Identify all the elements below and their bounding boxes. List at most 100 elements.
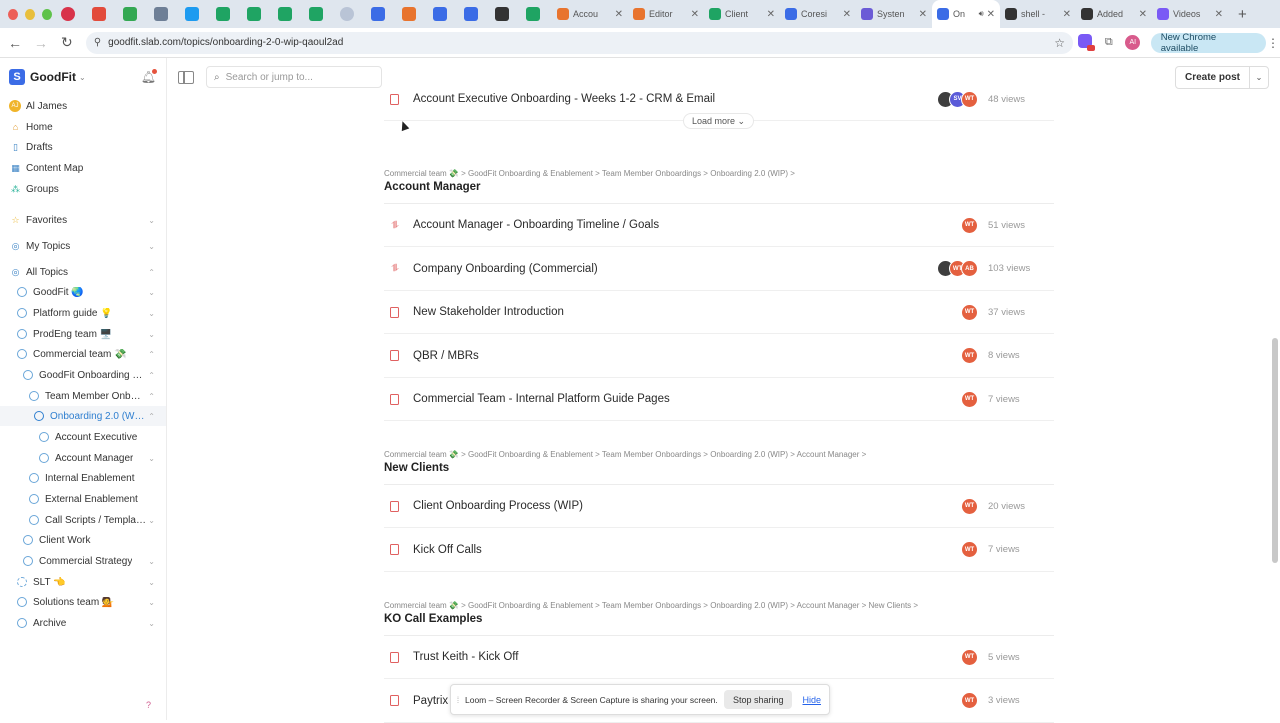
scrollbar-thumb[interactable] — [1272, 338, 1278, 563]
bell-icon[interactable]: 🔔︎ — [141, 69, 158, 84]
close-tab-icon[interactable]: ✕ — [987, 9, 995, 20]
sidebar-topic-item[interactable]: Client Work — [0, 530, 166, 550]
pinned-tab[interactable] — [52, 0, 83, 28]
site-info-icon[interactable]: ⚲ — [94, 37, 101, 48]
browser-tab[interactable]: Added ✕ — [1076, 0, 1152, 28]
sidebar-item-all-topics[interactable]: ◎ All Topics ⌃ — [0, 262, 166, 282]
pinned-tab[interactable] — [238, 0, 269, 28]
bookmark-star-icon[interactable]: ☆ — [1054, 36, 1065, 50]
profile-avatar[interactable]: AI — [1121, 35, 1145, 50]
new-tab-icon[interactable]: + — [1238, 6, 1247, 23]
maximize-window-button[interactable] — [42, 8, 52, 20]
chevron-down-icon[interactable]: ⌄ — [148, 242, 155, 251]
workspace-switcher[interactable]: S GoodFit ⌄ 🔔︎ — [0, 58, 167, 96]
browser-tab[interactable]: Systen ✕ — [856, 0, 932, 28]
extensions-puzzle-icon[interactable]: ⧉ — [1097, 36, 1121, 49]
browser-tab[interactable]: Coresi ✕ — [780, 0, 856, 28]
browser-tab[interactable]: shell - ✕ — [1000, 0, 1076, 28]
sidebar-topic-item[interactable]: GoodFit Onboarding & ... ⌃ — [0, 365, 166, 385]
sidebar-topic-item[interactable]: ProdEng team 🖥️ ⌄ — [0, 324, 166, 344]
minimize-window-button[interactable] — [25, 8, 35, 20]
pinned-tab[interactable] — [269, 0, 300, 28]
pinned-tab[interactable] — [300, 0, 331, 28]
post-row[interactable]: Kick Off Calls WT 7 views — [384, 529, 1054, 572]
post-row[interactable]: New Stakeholder Introduction WT 37 views — [384, 291, 1054, 334]
pinned-tab[interactable] — [455, 0, 486, 28]
browser-tab[interactable]: Videos ✕ — [1152, 0, 1228, 28]
help-icon[interactable]: ? — [146, 700, 151, 710]
close-tab-icon[interactable]: ✕ — [615, 9, 623, 20]
sidebar-topic-item[interactable]: GoodFit 🌏 ⌄ — [0, 282, 166, 302]
pinned-tab[interactable] — [83, 0, 114, 28]
hide-link[interactable]: Hide — [802, 695, 821, 705]
load-more-button[interactable]: Load more ⌄ — [683, 113, 755, 129]
section-title[interactable]: Account Manager — [384, 181, 481, 193]
audio-playing-icon[interactable]: 🔊︎ — [979, 9, 984, 19]
sidebar-item-content-map[interactable]: ▦ Content Map — [0, 158, 166, 178]
post-row[interactable]: Client Onboarding Process (WIP) WT 20 view… — [384, 485, 1054, 528]
post-row[interactable]: ⥮ Company Onboarding (Commercial) AB WT 103 … — [384, 248, 1054, 291]
pinned-tab[interactable] — [362, 0, 393, 28]
chevron-up-icon[interactable]: ⌃ — [148, 371, 155, 380]
chevron-down-icon[interactable]: ⌄ — [1250, 73, 1268, 82]
chevron-up-icon[interactable]: ⌃ — [148, 412, 155, 421]
stop-sharing-button[interactable]: Stop sharing — [723, 690, 793, 709]
browser-tab[interactable]: Accou ✕ — [552, 0, 628, 28]
create-post-button[interactable]: Create post ⌄ — [1174, 66, 1269, 89]
browser-menu-icon[interactable]: ⋮ — [1266, 36, 1280, 50]
extension-icon[interactable] — [1073, 34, 1097, 51]
chevron-down-icon[interactable]: ⌄ — [148, 598, 155, 607]
chevron-down-icon[interactable]: ⌄ — [148, 557, 155, 566]
close-tab-icon[interactable]: ✕ — [1063, 9, 1071, 20]
pinned-tab[interactable] — [486, 0, 517, 28]
pinned-tab[interactable] — [393, 0, 424, 28]
sidebar-item-groups[interactable]: ⁂ Groups — [0, 179, 166, 199]
pinned-tab[interactable] — [424, 0, 455, 28]
sidebar-topic-item[interactable]: Commercial team 💸 ⌃ — [0, 344, 166, 364]
close-tab-icon[interactable]: ✕ — [843, 9, 851, 20]
sidebar-topic-item[interactable]: Commercial Strategy ⌄ — [0, 551, 166, 571]
sidebar-topic-item[interactable]: Call Scripts / Templat... ⌄ — [0, 510, 166, 530]
close-tab-icon[interactable]: ✕ — [691, 9, 699, 20]
sidebar-item-home[interactable]: ⌂ Home — [0, 117, 166, 137]
pinned-tab[interactable] — [331, 0, 362, 28]
sidebar-topic-item[interactable]: SLT 👈 ⌄ — [0, 572, 166, 592]
scrollbar[interactable] — [1270, 96, 1280, 720]
chevron-down-icon[interactable]: ⌄ — [148, 309, 155, 318]
close-tab-icon[interactable]: ✕ — [767, 9, 775, 20]
sidebar-topic-item[interactable]: Onboarding 2.0 (WIP) ⌃ — [0, 406, 166, 426]
close-tab-icon[interactable]: ✕ — [1139, 9, 1147, 20]
sidebar-topic-item[interactable]: Platform guide 💡 ⌄ — [0, 303, 166, 323]
drag-handle-icon[interactable]: ⁞ — [451, 695, 465, 705]
sidebar-topic-item[interactable]: Internal Enablement — [0, 468, 166, 488]
sidebar-toggle-icon[interactable] — [178, 70, 194, 84]
breadcrumb[interactable]: Commercial team 💸 > GoodFit Onboarding &… — [384, 450, 866, 459]
post-row[interactable]: QBR / MBRs WT 8 views — [384, 335, 1054, 378]
chevron-down-icon[interactable]: ⌄ — [148, 516, 155, 525]
address-bar[interactable]: ⚲ goodfit.slab.com/topics/onboarding-2-0… — [85, 31, 1073, 54]
chevron-down-icon[interactable]: ⌄ — [148, 216, 155, 225]
section-title[interactable]: KO Call Examples — [384, 613, 482, 625]
chevron-down-icon[interactable]: ⌄ — [148, 619, 155, 628]
breadcrumb[interactable]: Commercial team 💸 > GoodFit Onboarding &… — [384, 601, 918, 610]
post-row[interactable]: ⥮ Account Manager - Onboarding Timeline /… — [384, 204, 1054, 247]
sidebar-item-favorites[interactable]: ☆ Favorites ⌄ — [0, 210, 166, 230]
post-row[interactable]: Trust Keith - Kick Off WT 5 views — [384, 636, 1054, 679]
chevron-down-icon[interactable]: ⌄ — [148, 578, 155, 587]
chevron-down-icon[interactable]: ⌄ — [148, 454, 155, 463]
sidebar-topic-item[interactable]: Archive ⌄ — [0, 613, 166, 633]
browser-tab[interactable]: On 🔊︎ ✕ — [932, 0, 1000, 28]
sidebar-topic-item[interactable]: Solutions team 💁 ⌄ — [0, 592, 166, 612]
pinned-tab[interactable] — [517, 0, 548, 28]
search-input[interactable]: ⌕ Search or jump to... — [206, 66, 382, 88]
sidebar-topic-item[interactable]: External Enablement — [0, 489, 166, 509]
chevron-down-icon[interactable]: ⌄ — [148, 330, 155, 339]
pinned-tab[interactable] — [114, 0, 145, 28]
sidebar-topic-item[interactable]: Team Member Onboa... ⌃ — [0, 386, 166, 406]
section-title[interactable]: New Clients — [384, 462, 449, 474]
chevron-up-icon[interactable]: ⌃ — [148, 350, 155, 359]
chevron-up-icon[interactable]: ⌃ — [148, 268, 155, 277]
chevron-down-icon[interactable]: ⌄ — [148, 288, 155, 297]
chevron-up-icon[interactable]: ⌃ — [148, 392, 155, 401]
sidebar-item-drafts[interactable]: ▯ Drafts — [0, 137, 166, 157]
